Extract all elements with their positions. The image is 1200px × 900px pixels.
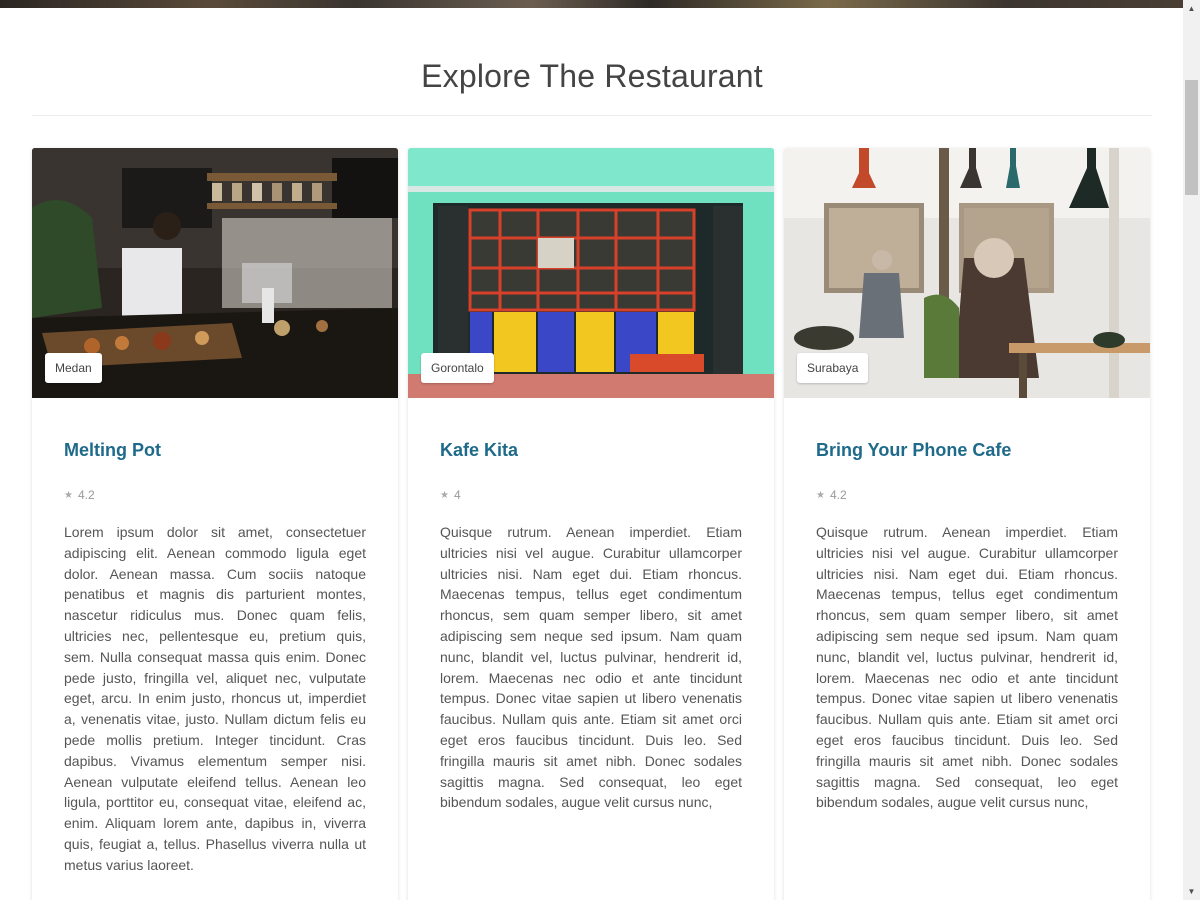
hero-image-strip (0, 0, 1183, 8)
city-badge: Gorontalo (421, 353, 494, 383)
restaurant-image[interactable]: Medan (32, 148, 398, 398)
restaurant-list: Medan Melting Pot ★ 4.2 Lorem ipsum dolo… (32, 148, 1152, 900)
restaurant-description: Quisque rutrum. Aenean imperdiet. Etiam … (816, 524, 1118, 811)
chevron-up-icon[interactable]: ▲ (1183, 0, 1200, 17)
restaurant-name-link[interactable]: Melting Pot (64, 440, 366, 461)
restaurant-description: Quisque rutrum. Aenean imperdiet. Etiam … (440, 524, 742, 811)
rating-value: 4 (453, 488, 461, 502)
rating: ★ 4.2 (816, 488, 1118, 502)
rating-value: 4.2 (77, 488, 95, 502)
page-scrollbar[interactable]: ▲ ▼ (1183, 0, 1200, 900)
star-icon: ★ (440, 489, 449, 501)
restaurant-card[interactable]: Gorontalo Kafe Kita ★ 4 Quisque rutrum. … (408, 148, 774, 900)
chevron-down-icon[interactable]: ▼ (1183, 883, 1200, 900)
restaurant-card[interactable]: Surabaya Bring Your Phone Cafe ★ 4.2 Qui… (784, 148, 1150, 900)
city-badge: Medan (45, 353, 102, 383)
star-icon: ★ (816, 489, 825, 501)
restaurant-image[interactable]: Gorontalo (408, 148, 774, 398)
section-title: Explore The Restaurant (421, 58, 763, 94)
rating-value: 4.2 (829, 488, 847, 502)
restaurant-description: Lorem ipsum dolor sit amet, consectetuer… (64, 524, 366, 873)
restaurant-card[interactable]: Medan Melting Pot ★ 4.2 Lorem ipsum dolo… (32, 148, 398, 900)
city-badge: Surabaya (797, 353, 869, 383)
restaurant-image[interactable]: Surabaya (784, 148, 1150, 398)
restaurant-name-link[interactable]: Bring Your Phone Cafe (816, 440, 1118, 461)
rating: ★ 4.2 (64, 488, 366, 502)
rating: ★ 4 (440, 488, 742, 502)
star-icon: ★ (64, 489, 73, 501)
title-divider (32, 115, 1152, 116)
restaurant-name-link[interactable]: Kafe Kita (440, 440, 742, 461)
scroll-thumb[interactable] (1185, 80, 1198, 195)
